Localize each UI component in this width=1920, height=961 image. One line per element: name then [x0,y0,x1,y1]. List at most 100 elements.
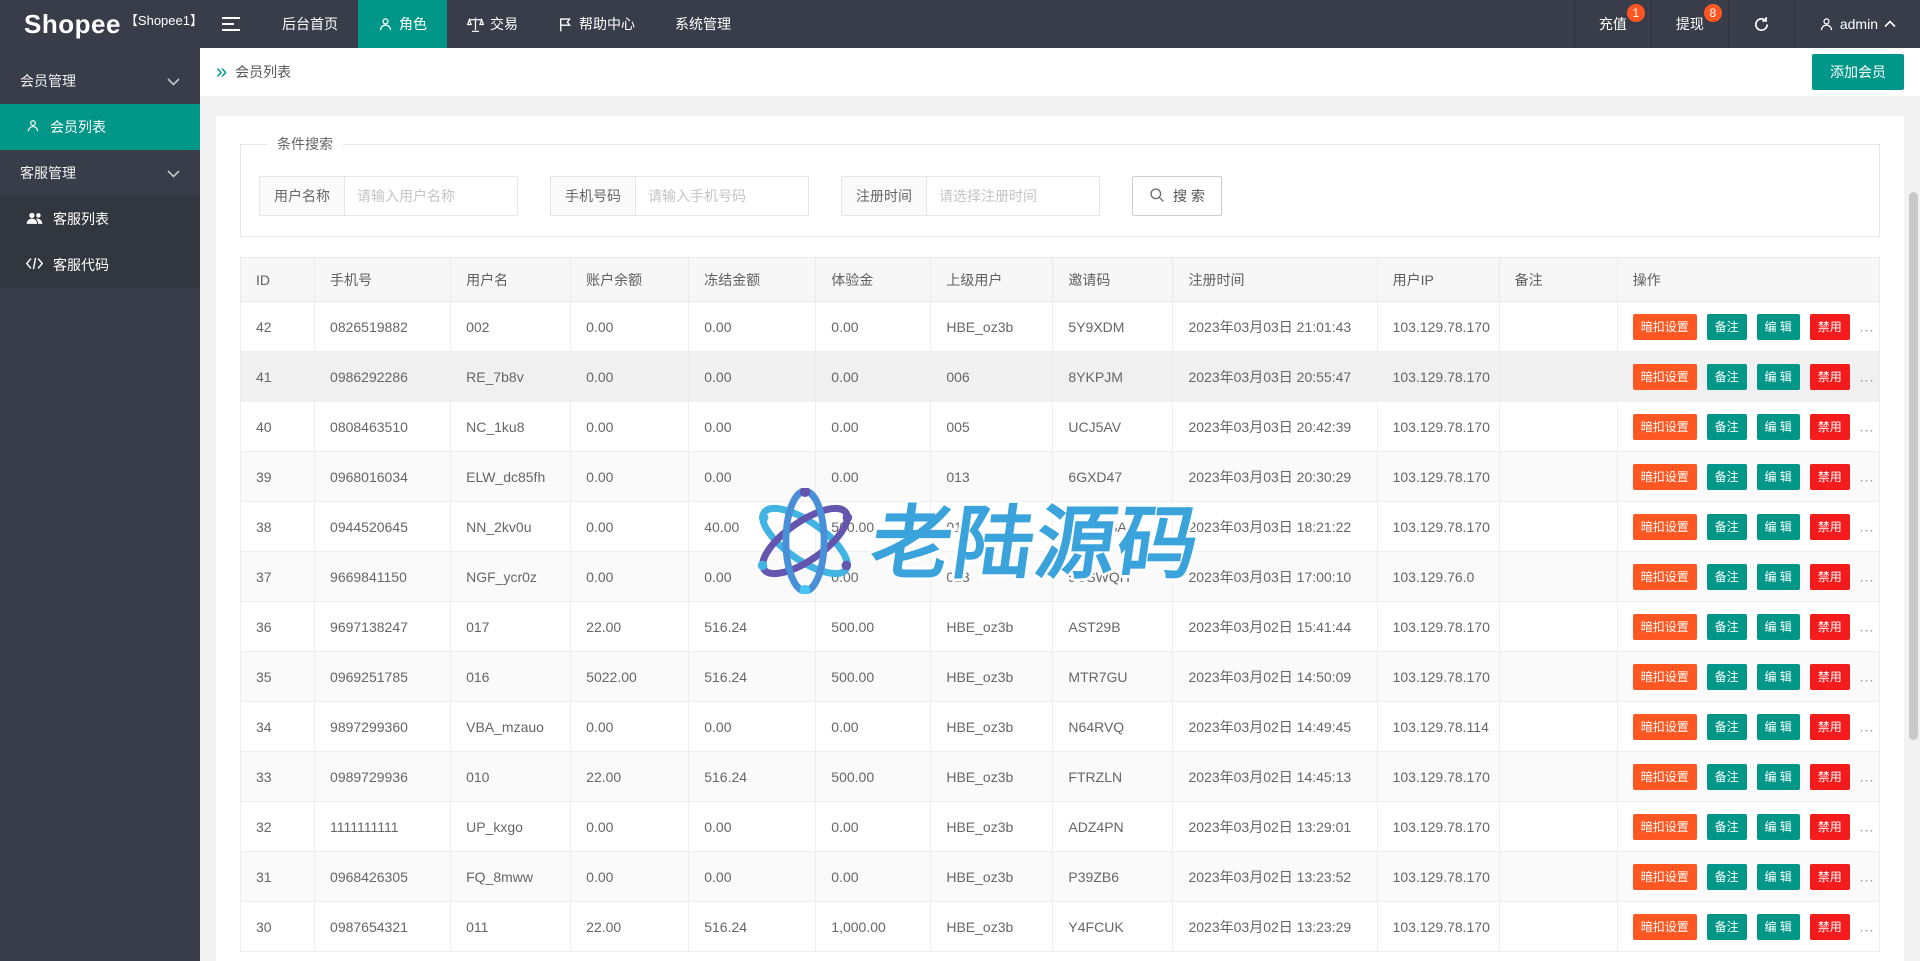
edit-button[interactable]: 编 辑 [1756,663,1800,690]
hidden-deduct-settings-button[interactable]: 暗扣设置 [1632,913,1697,940]
cell-balance: 22.00 [570,751,690,802]
username-input[interactable] [345,177,517,215]
hidden-deduct-settings-button[interactable]: 暗扣设置 [1632,513,1697,540]
more-actions-button[interactable]: ... [1860,518,1875,534]
edit-button[interactable]: 编 辑 [1756,413,1800,440]
withdraw-button[interactable]: 提现 8 [1650,0,1728,48]
cell-remark [1498,301,1618,352]
cell-phone: 0808463510 [314,401,452,452]
vertical-scrollbar-thumb[interactable] [1909,192,1918,740]
table-row: 34 9897299360 VBA_mzauo 0.00 0.00 0.00 H… [239,701,1881,752]
hidden-deduct-settings-button[interactable]: 暗扣设置 [1632,613,1697,640]
tab-transactions[interactable]: 交易 [447,0,538,48]
edit-button[interactable]: 编 辑 [1756,513,1800,540]
more-actions-button[interactable]: ... [1860,668,1875,684]
sidebar-item-service-code[interactable]: 客服代码 [0,242,200,288]
hidden-deduct-settings-button[interactable]: 暗扣设置 [1632,663,1697,690]
disable-button[interactable]: 禁用 [1809,663,1850,690]
disable-button[interactable]: 禁用 [1809,513,1850,540]
hidden-deduct-settings-button[interactable]: 暗扣设置 [1632,813,1697,840]
more-actions-button[interactable]: ... [1860,718,1875,734]
remark-button[interactable]: 备注 [1706,613,1747,640]
edit-button[interactable]: 编 辑 [1756,913,1800,940]
edit-button[interactable]: 编 辑 [1756,713,1800,740]
refresh-button[interactable] [1727,0,1794,48]
remark-button[interactable]: 备注 [1706,363,1747,390]
disable-button[interactable]: 禁用 [1809,613,1850,640]
disable-button[interactable]: 禁用 [1809,813,1850,840]
disable-button[interactable]: 禁用 [1809,463,1850,490]
more-actions-button[interactable]: ... [1860,468,1875,484]
cell-username: 011 [450,901,572,952]
remark-button[interactable]: 备注 [1706,513,1747,540]
more-actions-button[interactable]: ... [1860,418,1875,434]
disable-button[interactable]: 禁用 [1809,763,1850,790]
disable-button[interactable]: 禁用 [1809,863,1850,890]
more-actions-button[interactable]: ... [1860,768,1875,784]
edit-button[interactable]: 编 辑 [1756,463,1800,490]
disable-button[interactable]: 禁用 [1809,363,1850,390]
remark-button[interactable]: 备注 [1706,413,1747,440]
remark-button[interactable]: 备注 [1706,713,1747,740]
more-actions-button[interactable]: ... [1860,918,1875,934]
add-member-button[interactable]: 添加会员 [1812,54,1904,90]
recharge-button[interactable]: 充值 1 [1573,0,1651,48]
more-actions-button[interactable]: ... [1860,568,1875,584]
tab-system-settings[interactable]: 系统管理 [655,0,751,48]
remark-button[interactable]: 备注 [1706,463,1747,490]
hidden-deduct-settings-button[interactable]: 暗扣设置 [1632,563,1697,590]
disable-button[interactable]: 禁用 [1809,313,1850,340]
sidebar-group-service-management[interactable]: 客服管理 [0,150,200,196]
more-actions-button[interactable]: ... [1860,618,1875,634]
edit-button[interactable]: 编 辑 [1756,613,1800,640]
edit-button[interactable]: 编 辑 [1756,363,1800,390]
disable-button[interactable]: 禁用 [1809,713,1850,740]
edit-button[interactable]: 编 辑 [1756,563,1800,590]
hidden-deduct-settings-button[interactable]: 暗扣设置 [1632,413,1697,440]
hidden-deduct-settings-button[interactable]: 暗扣设置 [1632,363,1697,390]
cell-phone: 0944520645 [314,501,452,552]
remark-button[interactable]: 备注 [1706,813,1747,840]
hidden-deduct-settings-button[interactable]: 暗扣设置 [1632,713,1697,740]
remark-button[interactable]: 备注 [1706,563,1747,590]
cell-remark [1498,451,1618,502]
disable-button[interactable]: 禁用 [1809,913,1850,940]
cell-trial: 0.00 [815,451,932,502]
disable-button[interactable]: 禁用 [1809,413,1850,440]
more-actions-button[interactable]: ... [1860,368,1875,384]
remark-button[interactable]: 备注 [1706,763,1747,790]
hidden-deduct-settings-button[interactable]: 暗扣设置 [1632,763,1697,790]
cell-parent-user: 013 [930,501,1054,552]
brand-logo[interactable]: Shopee 【Shopee1】 [0,0,203,48]
hidden-deduct-settings-button[interactable]: 暗扣设置 [1632,313,1697,340]
disable-button[interactable]: 禁用 [1809,563,1850,590]
edit-button[interactable]: 编 辑 [1756,763,1800,790]
hidden-deduct-settings-button[interactable]: 暗扣设置 [1632,863,1697,890]
hidden-deduct-settings-button[interactable]: 暗扣设置 [1632,463,1697,490]
edit-button[interactable]: 编 辑 [1756,313,1800,340]
tab-dashboard[interactable]: 后台首页 [262,0,358,48]
menu-collapse-button[interactable] [200,0,262,48]
phone-input[interactable] [636,177,808,215]
register-time-input[interactable] [927,177,1099,215]
remark-button[interactable]: 备注 [1706,863,1747,890]
remark-button[interactable]: 备注 [1706,313,1747,340]
cell-trial: 0.00 [815,701,932,752]
more-actions-button[interactable]: ... [1860,818,1875,834]
more-actions-button[interactable]: ... [1860,868,1875,884]
edit-button[interactable]: 编 辑 [1756,863,1800,890]
sidebar-group-member-management[interactable]: 会员管理 [0,58,200,104]
sidebar-item-service-list[interactable]: 客服列表 [0,196,200,242]
search-button[interactable]: 搜 索 [1132,176,1222,216]
edit-button[interactable]: 编 辑 [1756,813,1800,840]
cell-phone: 0986292286 [314,351,452,402]
tab-help-center[interactable]: 帮助中心 [538,0,655,48]
cell-trial: 0.00 [815,801,932,852]
tab-roles[interactable]: 角色 [358,0,447,48]
sidebar-item-member-list[interactable]: 会员列表 [0,104,200,150]
more-actions-button[interactable]: ... [1860,318,1875,334]
remark-button[interactable]: 备注 [1706,913,1747,940]
remark-button[interactable]: 备注 [1706,663,1747,690]
user-menu[interactable]: admin [1793,0,1920,48]
column-header-phone: 手机号 [314,257,452,302]
